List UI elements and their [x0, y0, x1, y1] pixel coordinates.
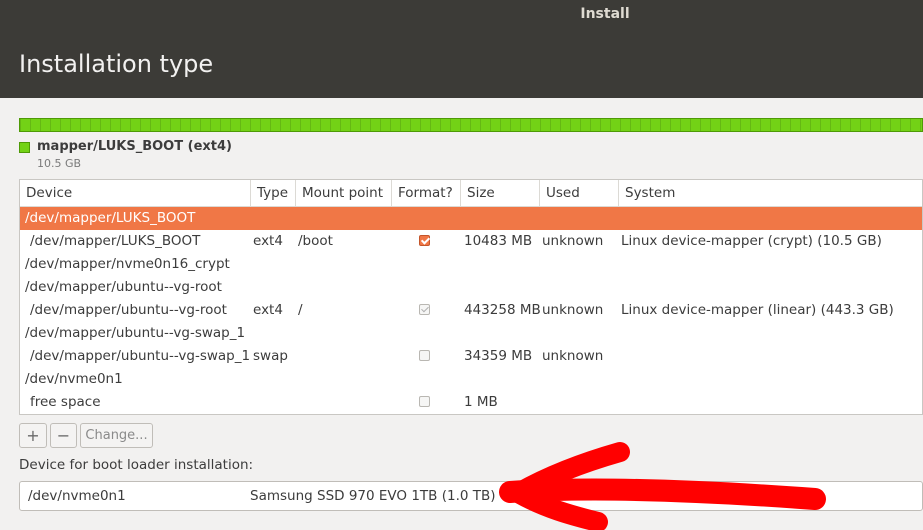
column-header-system[interactable]: System [619, 180, 922, 206]
column-header-size[interactable]: Size [461, 180, 540, 206]
table-row[interactable]: /dev/mapper/nvme0n16_crypt [20, 253, 922, 276]
table-row[interactable]: /dev/mapper/LUKS_BOOT ext4/boot 10483 MB un… [20, 230, 922, 253]
partition-bar [19, 118, 923, 132]
column-header-type[interactable]: Type [251, 180, 296, 206]
format-checkbox [419, 304, 430, 315]
table-row[interactable]: free space 1 MB [20, 391, 922, 414]
cell-mount: / [298, 302, 303, 318]
column-header-device[interactable]: Device [20, 180, 251, 206]
table-row[interactable]: /dev/nvme0n1 [20, 368, 922, 391]
cell-size: 443258 MB [464, 302, 541, 318]
boot-loader-device-select[interactable]: /dev/nvme0n1 Samsung SSD 970 EVO 1TB (1.… [19, 481, 923, 511]
boot-loader-label: Device for boot loader installation: [19, 457, 254, 473]
add-partition-button[interactable]: + [19, 423, 47, 448]
cell-size: 10483 MB [464, 233, 533, 249]
page-title: Installation type [19, 50, 214, 78]
cell-device: /dev/mapper/LUKS_BOOT [30, 233, 201, 249]
cell-system: Linux device-mapper (crypt) (10.5 GB) [621, 233, 882, 249]
remove-partition-button[interactable]: − [50, 423, 77, 448]
cell-device: /dev/mapper/ubuntu--vg-root [30, 302, 227, 318]
partition-table[interactable]: Device Type Mount point Format? Size Use… [19, 179, 923, 415]
cell-device: free space [30, 394, 101, 410]
table-row[interactable]: /dev/mapper/ubuntu--vg-swap_1 [20, 322, 922, 345]
partition-legend-label: mapper/LUKS_BOOT (ext4) [37, 139, 232, 154]
cell-device: /dev/mapper/nvme0n16_crypt [25, 256, 230, 272]
cell-mount: /boot [298, 233, 333, 249]
table-header: Device Type Mount point Format? Size Use… [20, 180, 922, 207]
column-header-used[interactable]: Used [540, 180, 619, 206]
cell-used: unknown [542, 348, 604, 364]
boot-loader-device: /dev/nvme0n1 [28, 488, 126, 504]
table-row[interactable]: /dev/mapper/ubuntu--vg-swap_1 swap 34359 M… [20, 345, 922, 368]
cell-type: ext4 [253, 233, 283, 249]
window-title: Install [580, 6, 630, 22]
cell-device: /dev/mapper/ubuntu--vg-swap_1 [25, 325, 246, 341]
change-partition-button[interactable]: Change... [80, 423, 153, 448]
cell-size: 34359 MB [464, 348, 533, 364]
cell-type: ext4 [253, 302, 283, 318]
table-row[interactable]: /dev/mapper/ubuntu--vg-root [20, 276, 922, 299]
format-checkbox [419, 396, 430, 407]
cell-type: swap [253, 348, 288, 364]
cell-system: Linux device-mapper (linear) (443.3 GB) [621, 302, 894, 318]
partition-legend-size: 10.5 GB [37, 157, 82, 170]
cell-size: 1 MB [464, 394, 498, 410]
table-row[interactable]: /dev/mapper/ubuntu--vg-root ext4 / 443258 M… [20, 299, 922, 322]
table-row[interactable]: /dev/mapper/LUKS_BOOT [20, 207, 922, 230]
column-header-mount-point[interactable]: Mount point [296, 180, 392, 206]
format-checkbox[interactable] [419, 235, 430, 246]
column-header-format[interactable]: Format? [392, 180, 461, 206]
format-checkbox [419, 350, 430, 361]
boot-loader-device-description: Samsung SSD 970 EVO 1TB (1.0 TB) [250, 488, 496, 504]
cell-used: unknown [542, 302, 604, 318]
cell-device: /dev/mapper/ubuntu--vg-swap_1 [30, 348, 251, 364]
window-titlebar: Install Installation type [0, 0, 923, 98]
cell-used: unknown [542, 233, 604, 249]
cell-device: /dev/mapper/LUKS_BOOT [25, 210, 196, 226]
partition-legend-swatch [19, 142, 30, 153]
cell-device: /dev/nvme0n1 [25, 371, 123, 387]
cell-device: /dev/mapper/ubuntu--vg-root [25, 279, 222, 295]
